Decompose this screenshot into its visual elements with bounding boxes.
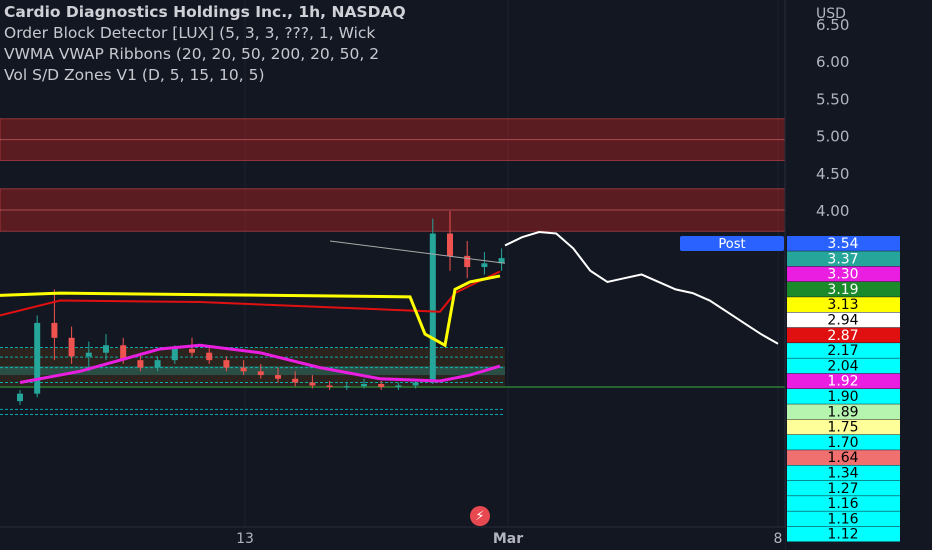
price-label: 1.70 [827,435,858,451]
candle-body [137,360,144,368]
y-tick-label: 4.50 [816,165,849,183]
price-label: 1.12 [827,527,858,543]
price-label: 1.90 [827,389,858,405]
post-label: Post [718,237,745,252]
price-label: 3.19 [827,282,858,298]
candle-body [275,375,281,379]
price-label: 3.13 [827,297,858,313]
candle-body [103,345,109,353]
price-label: 1.34 [827,466,858,482]
candle-body [34,322,41,394]
candle-body [17,393,23,402]
y-tick-label: 6.50 [816,16,849,34]
price-label: 1.16 [827,511,858,527]
price-label: 1.64 [827,450,858,466]
price-label: 1.16 [827,496,858,512]
trend-line [329,240,506,264]
price-label: 3.30 [827,267,858,283]
candle-body [240,367,247,372]
candle-body [378,383,385,387]
candle-body [292,378,299,383]
candle-body [154,360,161,368]
candle-body [223,360,230,368]
y-tick-label: 6.00 [816,53,849,71]
candle-body [343,386,350,388]
price-label: 1.27 [827,481,858,497]
candle-body [189,348,195,353]
x-tick-label: 13 [236,531,254,547]
candle-body [447,233,453,256]
candle-body [464,255,471,268]
price-label: 2.94 [827,313,858,329]
candle-body [361,383,367,387]
y-tick-label: 5.00 [816,128,849,146]
candle-body [171,348,178,361]
price-label: 3.37 [827,251,858,267]
x-tick-label: 8 [774,531,783,547]
candle-body [85,352,92,357]
price-label: 1.92 [827,374,858,390]
candle-body [309,382,316,386]
price-label: 2.17 [827,343,858,359]
price-label: 3.54 [827,236,858,252]
candle-body [412,382,419,386]
price-label: 2.87 [827,328,858,344]
candle-body [206,352,213,361]
candle-body [395,385,402,387]
time-axis [0,527,785,550]
candle-body [51,322,58,338]
x-tick-label: Mar [493,531,523,547]
lightning-icon[interactable]: ⚡ [470,506,490,526]
price-label: 1.75 [827,420,858,436]
candle-body [429,233,436,383]
price-chart[interactable]: USD6.506.005.505.004.504.003.543.373.303… [0,0,932,550]
y-tick-label: 4.00 [816,202,849,220]
candle-body [326,385,333,387]
candle-body [481,263,488,268]
y-tick-label: 5.50 [816,90,849,108]
candle-body [257,371,264,376]
candle-body [68,337,75,357]
price-label: 2.04 [827,358,858,374]
price-label: 1.89 [827,404,858,420]
